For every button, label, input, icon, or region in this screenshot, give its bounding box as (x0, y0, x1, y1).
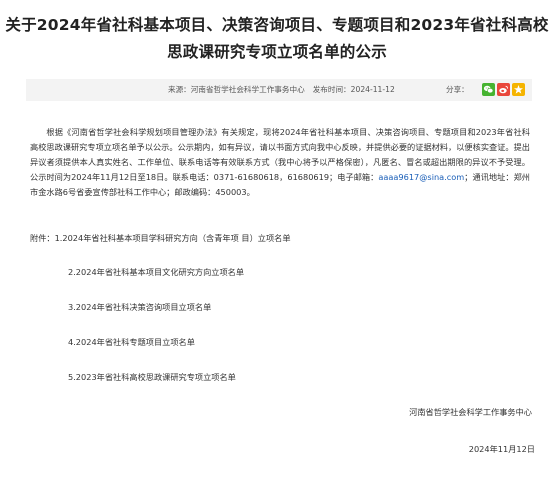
attachment-2[interactable]: 2.2024年省社科基本项目文化研究方向立项名单 (68, 266, 244, 278)
attachment-4[interactable]: 4.2024年省社科专题项目立项名单 (68, 336, 195, 348)
signature: 河南省哲学社会科学工作事务中心 (409, 407, 532, 417)
email-link[interactable]: aaaa9617@sina.com (378, 172, 464, 182)
article-body: 根据《河南省哲学社会科学规划项目管理办法》有关规定，现将2024年省社科基本项目… (30, 125, 530, 200)
publish-date: 2024年11月12日 (468, 444, 535, 454)
wechat-icon[interactable] (482, 83, 495, 96)
share-label: 分享： (446, 85, 469, 94)
attachment-3[interactable]: 3.2024年省社科决策咨询项目立项名单 (68, 301, 211, 313)
published-value: 2024-11-12 (350, 85, 395, 94)
attachment-item: 附件：1.2024年省社科基本项目学科研究方向（含青年项 目）立项名单 (30, 232, 291, 244)
attachments-label: 附件： (30, 233, 55, 243)
source-label: 来源： (168, 85, 191, 94)
attachment-1[interactable]: 1.2024年省社科基本项目学科研究方向（含青年项 目）立项名单 (55, 233, 291, 243)
title-line-2: 思政课研究专项立项名单的公示 (167, 43, 387, 61)
qzone-icon[interactable] (512, 83, 525, 96)
published-label: 发布时间： (312, 85, 351, 94)
weibo-icon[interactable] (497, 83, 510, 96)
attachment-5[interactable]: 5.2023年省社科高校思政课研究专项立项名单 (68, 371, 236, 383)
article-meta: 来源：河南省哲学社会科学工作事务中心 发布时间：2024-11-12 (168, 84, 395, 95)
source-value: 河南省哲学社会科学工作事务中心 (190, 85, 305, 94)
article-title: 关于2024年省社科基本项目、决策咨询项目、专题项目和2023年省社科高校 思政… (0, 12, 554, 66)
article-meta-bar: 来源：河南省哲学社会科学工作事务中心 发布时间：2024-11-12 分享： (26, 79, 532, 101)
title-line-1: 关于2024年省社科基本项目、决策咨询项目、专题项目和2023年省社科高校 (5, 16, 549, 34)
